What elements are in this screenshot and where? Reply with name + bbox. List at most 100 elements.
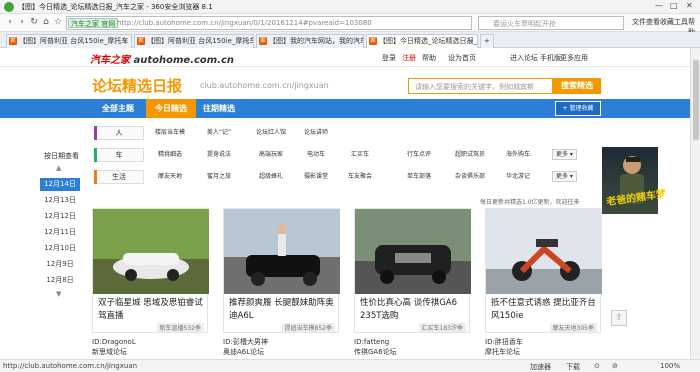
- forward-icon[interactable]: ›: [16, 16, 28, 28]
- date-up-icon[interactable]: ▲: [56, 164, 61, 172]
- topic-tag[interactable]: 美人“记”: [194, 127, 244, 139]
- menu-file[interactable]: 文件: [632, 17, 646, 27]
- close-icon[interactable]: ✕: [686, 1, 693, 10]
- menu-favorites[interactable]: 收藏: [660, 17, 674, 27]
- topic-tag[interactable]: 摄影课堂: [296, 171, 336, 183]
- topic-tag[interactable]: 高端玩家: [250, 149, 292, 161]
- status-icon-a[interactable]: ⊙: [594, 362, 600, 370]
- topic-tag[interactable]: 单车部落: [394, 171, 444, 183]
- scrollbar-thumb[interactable]: [693, 60, 699, 140]
- minimize-icon[interactable]: —: [655, 1, 663, 10]
- row-label: 人: [94, 126, 144, 140]
- topic-tag[interactable]: 蜜月之旅: [194, 171, 244, 183]
- topic-tag[interactable]: 论坛红人馆: [250, 127, 292, 139]
- browser-tab[interactable]: 家【图】我的汽车网站，我的汽车之家×: [256, 34, 364, 48]
- page-scrollbar[interactable]: [690, 48, 700, 359]
- back-icon[interactable]: ‹: [4, 16, 16, 28]
- address-bar[interactable]: 汽车之家 官网 http://club.autohome.com.cn/jing…: [66, 16, 472, 30]
- tab-close-icon[interactable]: ×: [122, 35, 128, 47]
- tab-past-picks[interactable]: 往期精选: [196, 99, 242, 118]
- browser-search-box[interactable]: 春运火车票明起开抢: [478, 16, 624, 30]
- post-author[interactable]: ID:彭槽大男神: [223, 337, 268, 347]
- refresh-icon[interactable]: ↻: [28, 16, 40, 28]
- download-button[interactable]: 下载: [566, 362, 580, 372]
- topic-tag[interactable]: 汇买车: [340, 149, 380, 161]
- date-down-icon[interactable]: ▼: [56, 290, 61, 298]
- help-link[interactable]: 帮助: [422, 53, 436, 63]
- ad-banner[interactable]: 老爸的赌车梦: [602, 147, 667, 214]
- date-item[interactable]: 12月12日: [40, 210, 80, 223]
- topic-tag[interactable]: 提身说法: [194, 149, 244, 161]
- date-item[interactable]: 12月11日: [40, 226, 80, 239]
- search-button[interactable]: 搜索精选: [553, 78, 601, 94]
- address-url[interactable]: http://club.autohome.com.cn/jingxuan/0/1…: [117, 19, 372, 27]
- more-apps-link[interactable]: 更多应用: [560, 53, 588, 63]
- tab-close-icon[interactable]: ×: [468, 35, 474, 47]
- tab-close-icon[interactable]: ×: [354, 35, 360, 47]
- mobile-link[interactable]: 手机版: [540, 53, 561, 63]
- post-caption[interactable]: 双子临星城 思域及思铂睿试驾直播: [98, 297, 206, 323]
- date-item[interactable]: 12月13日: [40, 194, 80, 207]
- tab-all-topics[interactable]: 全部主题: [90, 99, 146, 118]
- date-item[interactable]: 12月9日: [40, 258, 80, 271]
- date-item[interactable]: 12月10日: [40, 242, 80, 255]
- post-card[interactable]: 性价比真心高 谈传祺GA6 235T选购 汇买车183汐季: [354, 208, 471, 333]
- register-link[interactable]: 注册: [402, 53, 416, 63]
- zoom-level[interactable]: 100%: [660, 362, 680, 370]
- post-card[interactable]: 双子临星城 思域及思铂睿试驾直播 新车直播532季: [92, 208, 209, 333]
- post-thumbnail[interactable]: [224, 209, 340, 294]
- more-dropdown[interactable]: 更多 ▾: [552, 171, 577, 182]
- enter-forum-link[interactable]: 进入论坛: [510, 53, 538, 63]
- home-icon[interactable]: ⌂: [40, 16, 52, 28]
- topic-tag[interactable]: 车友聚会: [340, 171, 380, 183]
- post-forum[interactable]: 传祺GA6论坛: [354, 347, 397, 357]
- security-badge[interactable]: 汽车之家 官网: [68, 18, 119, 28]
- topic-tag[interactable]: 论坛讲师: [296, 127, 336, 139]
- topic-tag[interactable]: 精挑细选: [148, 149, 192, 161]
- post-caption[interactable]: 抵不住意式诱惑 提比亚齐台风150ie: [491, 297, 599, 323]
- post-author[interactable]: ID:fatteng: [354, 337, 389, 347]
- new-tab-button[interactable]: +: [480, 34, 494, 48]
- topic-tag[interactable]: 楼层当车模: [148, 127, 192, 139]
- post-thumbnail[interactable]: [486, 209, 602, 294]
- maximize-icon[interactable]: □: [670, 1, 678, 10]
- favorite-star-icon[interactable]: ☆: [52, 16, 64, 28]
- topic-tag[interactable]: 海外购车: [492, 149, 544, 161]
- post-forum[interactable]: 新思域论坛: [92, 347, 127, 357]
- post-author[interactable]: ID:胖扭香车: [485, 337, 523, 347]
- topic-tag[interactable]: 摩友天地: [148, 171, 192, 183]
- topic-tag[interactable]: 杂谈俱乐部: [444, 171, 496, 183]
- post-forum[interactable]: 摩托车论坛: [485, 347, 520, 357]
- menu-tools[interactable]: 工具: [674, 17, 688, 27]
- post-forum[interactable]: 奥迪A6L论坛: [223, 347, 264, 357]
- tab-today-picks[interactable]: 今日精选: [146, 99, 196, 118]
- post-thumbnail[interactable]: [93, 209, 209, 294]
- topic-tag[interactable]: 超级蜂礼: [250, 171, 292, 183]
- accelerator-button[interactable]: 加速器: [530, 362, 551, 372]
- post-author[interactable]: ID:DragonoL: [92, 337, 136, 347]
- manage-favorites-button[interactable]: + 管理收藏: [555, 101, 601, 116]
- post-card[interactable]: 推荐颜爽履 长腿靓妹助阵奥迪A6L 提妞当车模852季: [223, 208, 340, 333]
- post-thumbnail[interactable]: [355, 209, 471, 294]
- set-homepage-link[interactable]: 设为首页: [448, 53, 476, 63]
- post-card[interactable]: 抵不住意式诱惑 提比亚齐台风150ie 摩友天地305季: [485, 208, 602, 333]
- browser-tab[interactable]: 家【图】阿普利亚 台风150ie_摩托车 ×: [6, 34, 132, 48]
- topic-tag[interactable]: 行车点评: [394, 149, 444, 161]
- more-dropdown[interactable]: 更多 ▾: [552, 149, 577, 160]
- date-item-active[interactable]: 12月14日: [40, 178, 80, 191]
- topic-tag[interactable]: 华北游记: [492, 171, 544, 183]
- post-caption[interactable]: 性价比真心高 谈传祺GA6 235T选购: [360, 297, 468, 323]
- status-icon-b[interactable]: ⊘: [612, 362, 618, 370]
- site-logo[interactable]: 汽车之家 autohome.com.cn: [90, 51, 234, 66]
- site-search-input[interactable]: 请输入您要搜索的关键字，例如城宾斯: [408, 78, 553, 94]
- browser-tab[interactable]: 家【图】阿普利亚 台风150ie_摩托车 ×: [134, 34, 254, 48]
- post-caption[interactable]: 推荐颜爽履 长腿靓妹助阵奥迪A6L: [229, 297, 337, 323]
- topic-tag[interactable]: 电动车: [296, 149, 336, 161]
- browser-tab-active[interactable]: 家【图】今日精选_论坛精选日报_汽车之家×: [366, 34, 478, 48]
- tab-close-icon[interactable]: ×: [244, 35, 250, 47]
- topic-tag[interactable]: 超职试驾员: [444, 149, 496, 161]
- menu-view[interactable]: 查看: [646, 17, 660, 27]
- login-link[interactable]: 登录: [382, 53, 396, 63]
- back-to-top-icon[interactable]: ⇧: [611, 310, 627, 326]
- date-item[interactable]: 12月8日: [40, 274, 80, 287]
